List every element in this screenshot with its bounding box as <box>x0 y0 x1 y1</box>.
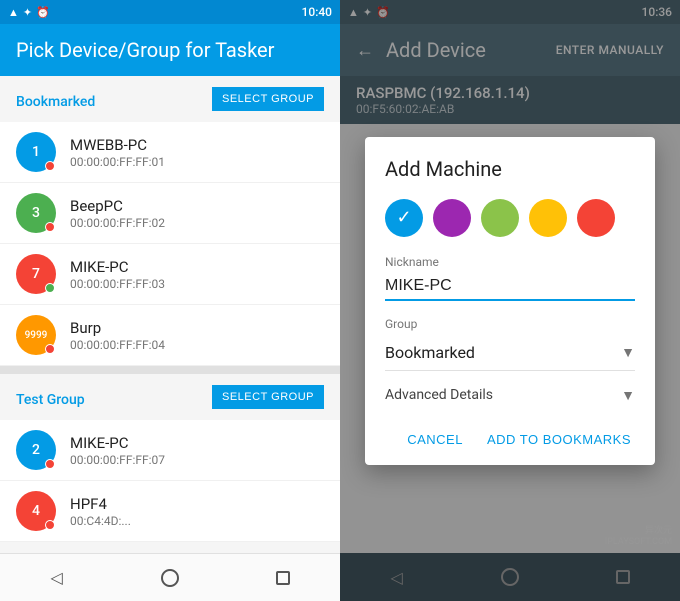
test-group-label: Test Group <box>0 380 101 414</box>
group-label: Group <box>385 317 635 331</box>
add-to-bookmarks-button[interactable]: ADD TO BOOKMARKS <box>483 426 635 453</box>
nickname-label: Nickname <box>385 255 635 269</box>
alarm-icon: ⏰ <box>36 6 50 19</box>
left-statusbar: ▲ ✦ ⏰ 10:40 <box>0 0 340 24</box>
color-yellow[interactable] <box>529 199 567 237</box>
left-time: 10:40 <box>302 5 332 19</box>
color-red[interactable] <box>577 199 615 237</box>
recents-nav-btn[interactable] <box>263 558 303 598</box>
device-mac: 00:00:00:FF:FF:04 <box>70 338 165 352</box>
advanced-label: Advanced Details <box>385 387 493 403</box>
avatar: 4 <box>16 491 56 531</box>
android-icon: ▲ <box>8 6 19 19</box>
left-header: Pick Device/Group for Tasker <box>0 24 340 76</box>
home-nav-btn[interactable] <box>150 558 190 598</box>
test-section-header: Test Group SELECT GROUP <box>0 374 340 420</box>
list-item[interactable]: 7 MIKE-PC 00:00:00:FF:FF:03 <box>0 244 340 305</box>
nickname-input[interactable] <box>385 273 635 301</box>
color-green[interactable] <box>481 199 519 237</box>
dialog-overlay: Add Machine ✓ Nickname Group Bookmarked … <box>340 0 680 601</box>
device-name: BeepPC <box>70 197 165 215</box>
recents-nav-icon <box>276 571 290 585</box>
device-name: HPF4 <box>70 495 131 513</box>
group-value: Bookmarked <box>385 343 475 362</box>
bluetooth-icon: ✦ <box>23 6 32 19</box>
device-mac: 00:00:00:FF:FF:02 <box>70 216 165 230</box>
list-item[interactable]: 2 MIKE-PC 00:00:00:FF:FF:07 <box>0 420 340 481</box>
left-title: Pick Device/Group for Tasker <box>16 38 274 62</box>
back-nav-icon: ◁ <box>51 568 63 587</box>
avatar: 2 <box>16 430 56 470</box>
avatar: 7 <box>16 254 56 294</box>
avatar: 1 <box>16 132 56 172</box>
status-dot <box>45 520 55 530</box>
select-group-bookmarked-btn[interactable]: SELECT GROUP <box>212 87 324 111</box>
section-divider <box>0 366 340 374</box>
color-blue[interactable]: ✓ <box>385 199 423 237</box>
status-dot <box>45 161 55 171</box>
left-nav: ◁ <box>0 553 340 601</box>
status-dot <box>45 459 55 469</box>
status-dot <box>45 222 55 232</box>
bookmarked-label: Bookmarked <box>0 82 111 116</box>
advanced-details-row[interactable]: Advanced Details ▼ <box>385 377 635 414</box>
list-item[interactable]: 1 MWEBB-PC 00:00:00:FF:FF:01 <box>0 122 340 183</box>
device-name: MWEBB-PC <box>70 136 165 154</box>
list-item[interactable]: 4 HPF4 00:C4:4D:... <box>0 481 340 542</box>
select-group-test-btn[interactable]: SELECT GROUP <box>212 385 324 409</box>
advanced-chevron-icon: ▼ <box>621 387 635 404</box>
status-dot <box>45 283 55 293</box>
device-mac: 00:00:00:FF:FF:03 <box>70 277 165 291</box>
right-panel: ▲ ✦ ⏰ 10:36 ← Add Device ENTER MANUALLY … <box>340 0 680 601</box>
test-device-list: 2 MIKE-PC 00:00:00:FF:FF:07 4 HPF4 00:C4… <box>0 420 340 542</box>
dropdown-chevron-icon: ▼ <box>621 344 635 361</box>
back-nav-btn[interactable]: ◁ <box>37 558 77 598</box>
bookmarked-section-header: Bookmarked SELECT GROUP <box>0 76 340 122</box>
group-dropdown[interactable]: Bookmarked ▼ <box>385 335 635 371</box>
left-panel: ▲ ✦ ⏰ 10:40 Pick Device/Group for Tasker… <box>0 0 340 601</box>
cancel-button[interactable]: CANCEL <box>403 426 467 453</box>
avatar: 9999 <box>16 315 56 355</box>
left-status-icons: ▲ ✦ ⏰ <box>8 6 50 19</box>
device-mac: 00:C4:4D:... <box>70 514 131 528</box>
avatar: 3 <box>16 193 56 233</box>
device-mac: 00:00:00:FF:FF:07 <box>70 453 165 467</box>
color-picker: ✓ <box>385 199 635 237</box>
selected-checkmark: ✓ <box>396 207 411 228</box>
dialog-actions: CANCEL ADD TO BOOKMARKS <box>385 414 635 453</box>
color-purple[interactable] <box>433 199 471 237</box>
device-name: MIKE-PC <box>70 434 165 452</box>
bookmarked-device-list: 1 MWEBB-PC 00:00:00:FF:FF:01 3 BeepPC 00… <box>0 122 340 366</box>
list-item[interactable]: 9999 Burp 00:00:00:FF:FF:04 <box>0 305 340 366</box>
home-nav-icon <box>161 569 179 587</box>
status-dot <box>45 344 55 354</box>
device-name: Burp <box>70 319 165 337</box>
device-name: MIKE-PC <box>70 258 165 276</box>
add-machine-dialog: Add Machine ✓ Nickname Group Bookmarked … <box>365 137 655 465</box>
device-mac: 00:00:00:FF:FF:01 <box>70 155 165 169</box>
list-item[interactable]: 3 BeepPC 00:00:00:FF:FF:02 <box>0 183 340 244</box>
dialog-title: Add Machine <box>385 157 635 181</box>
